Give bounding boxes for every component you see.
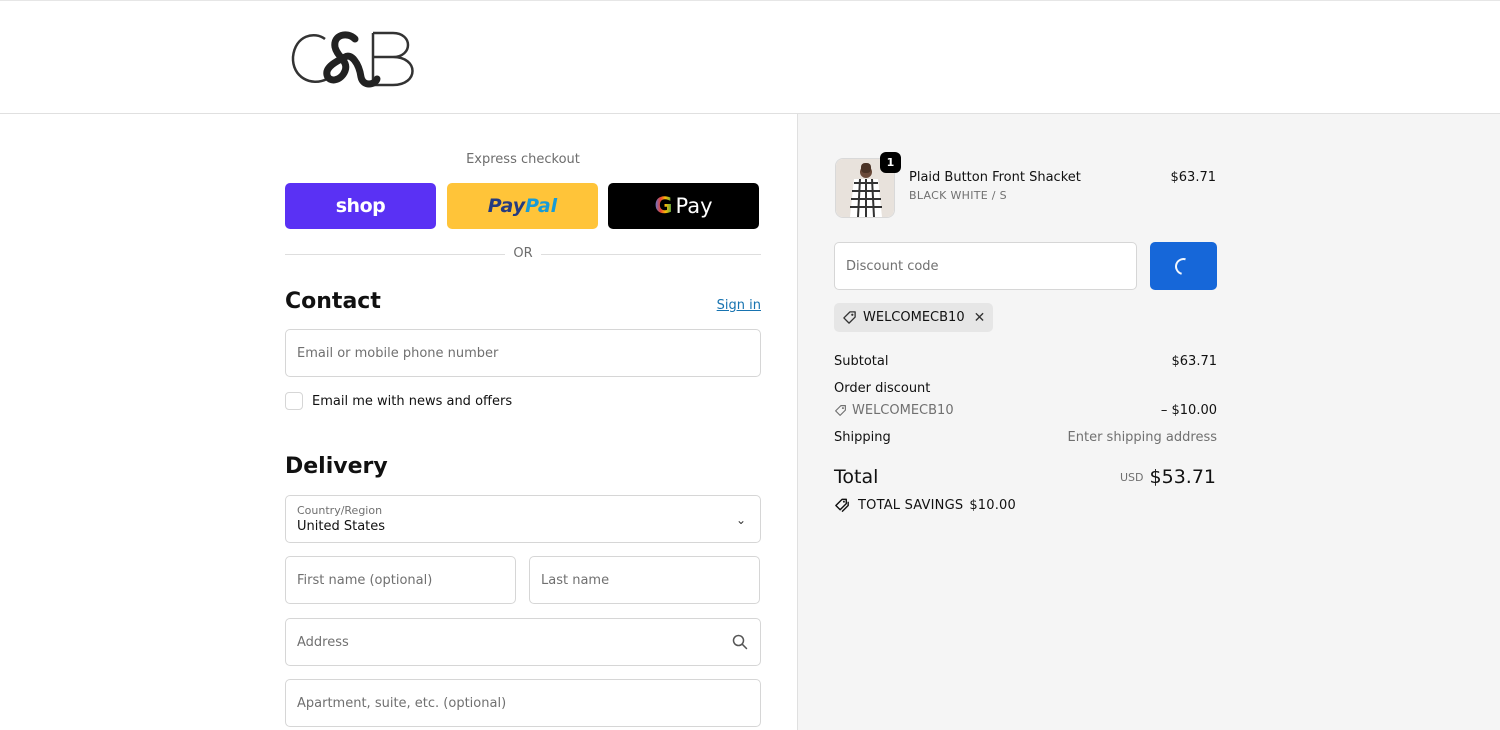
shop-pay-button[interactable]: shop: [285, 183, 436, 229]
first-name-placeholder: First name (optional): [297, 572, 433, 588]
subtotal-row: Subtotal $63.71: [834, 354, 1217, 369]
total-amount: USD $53.71: [1120, 466, 1216, 488]
shop-pay-label: shop: [335, 195, 386, 217]
or-label: OR: [505, 246, 541, 261]
product-name: Plaid Button Front Shacket: [909, 170, 1081, 185]
applied-code-text: WELCOMECB10: [863, 310, 965, 325]
savings-label: TOTAL SAVINGS: [858, 498, 964, 513]
discount-code-row: WELCOMECB10 – $10.00: [834, 403, 1217, 418]
loading-spinner-icon: [1171, 254, 1196, 278]
address-placeholder: Address: [297, 634, 349, 650]
total-value: $53.71: [1149, 466, 1216, 488]
shipping-row: Shipping Enter shipping address: [834, 430, 1217, 445]
discount-code-input[interactable]: Discount code: [834, 242, 1137, 290]
apply-discount-button[interactable]: [1150, 242, 1217, 290]
last-name-placeholder: Last name: [541, 572, 610, 588]
site-header: [0, 0, 1500, 114]
contact-heading: Contact: [285, 289, 381, 314]
paypal-label-part2: Pal: [525, 195, 558, 217]
total-label: Total: [834, 466, 879, 488]
total-savings: TOTAL SAVINGS $10.00: [834, 497, 1016, 514]
search-icon: [732, 634, 748, 650]
newsletter-checkbox[interactable]: [285, 392, 303, 410]
applied-discount-chip: WELCOMECB10 ✕: [834, 303, 994, 332]
apartment-placeholder: Apartment, suite, etc. (optional): [297, 695, 507, 711]
subtotal-label: Subtotal: [834, 354, 889, 369]
address-field[interactable]: Address: [285, 618, 761, 666]
express-checkout-label: Express checkout: [466, 152, 580, 167]
google-pay-button[interactable]: G Pay: [608, 183, 759, 229]
shipping-label: Shipping: [834, 430, 891, 445]
order-discount-label: Order discount: [834, 381, 931, 396]
country-select[interactable]: Country/Region United States ⌄: [285, 495, 761, 543]
tag-icon: [835, 405, 846, 416]
savings-value: $10.00: [969, 498, 1016, 513]
or-divider: OR: [285, 246, 761, 262]
currency-code: USD: [1120, 471, 1144, 484]
newsletter-label: Email me with news and offers: [312, 393, 513, 409]
paypal-button[interactable]: Pay Pal: [447, 183, 598, 229]
discount-value: – $10.00: [1160, 403, 1217, 418]
delivery-heading: Delivery: [285, 454, 388, 479]
email-field[interactable]: Email or mobile phone number: [285, 329, 761, 377]
chevron-down-icon: ⌄: [735, 513, 746, 527]
newsletter-option[interactable]: Email me with news and offers: [285, 392, 512, 410]
google-icon: G: [654, 193, 673, 219]
country-value: United States: [297, 519, 386, 534]
last-name-field[interactable]: Last name: [529, 556, 760, 604]
subtotal-value: $63.71: [1171, 354, 1218, 369]
country-label: Country/Region: [297, 504, 383, 517]
remove-code-close-icon[interactable]: ✕: [974, 310, 986, 326]
product-variant: BLACK WHITE / S: [909, 189, 1007, 202]
sign-in-link[interactable]: Sign in: [717, 298, 761, 313]
brand-logo[interactable]: [289, 27, 425, 89]
google-pay-label: Pay: [675, 194, 713, 218]
order-summary-panel: 1 Plaid Button Front Shacket BLACK WHITE…: [797, 114, 1500, 730]
product-price: $63.71: [1170, 170, 1217, 185]
tag-icon: [843, 311, 856, 324]
first-name-field[interactable]: First name (optional): [285, 556, 516, 604]
email-placeholder: Email or mobile phone number: [297, 345, 499, 361]
quantity-badge: 1: [880, 152, 901, 173]
apartment-field[interactable]: Apartment, suite, etc. (optional): [285, 679, 761, 727]
shipping-value: Enter shipping address: [1067, 430, 1217, 445]
tags-icon: [835, 498, 849, 513]
discount-code-label: WELCOMECB10: [852, 403, 954, 418]
paypal-label-part1: Pay: [487, 195, 526, 217]
order-discount-row: Order discount: [834, 381, 1217, 396]
